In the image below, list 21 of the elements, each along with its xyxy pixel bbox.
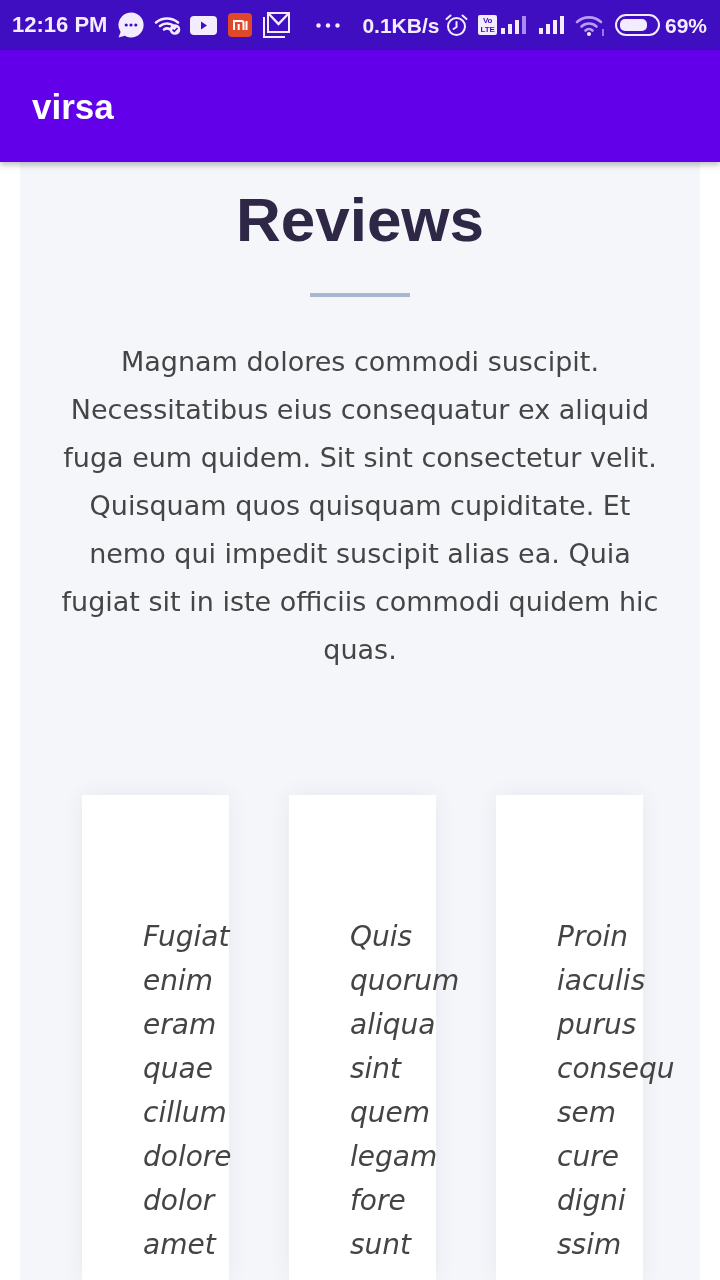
wifi-check-icon bbox=[154, 15, 183, 35]
app-logo-icon bbox=[228, 13, 253, 37]
volte-badge: Vo LTE bbox=[478, 15, 497, 35]
testimonial-text: Fugiat enim eram quae cillum dolore dolor amet bbox=[143, 919, 232, 1263]
battery-percentage: 69% bbox=[664, 14, 707, 36]
signal-strength-icon bbox=[537, 16, 566, 34]
mail-icon bbox=[263, 12, 291, 38]
section-heading: Reviews bbox=[235, 184, 485, 256]
battery-icon bbox=[614, 14, 660, 36]
play-button-icon bbox=[190, 15, 218, 35]
testimonial-text: Quis quorum aliqua sint quem legam fore sunt bbox=[350, 919, 460, 1263]
app-title: virsa bbox=[32, 88, 114, 124]
network-speed: 0.1KB/s bbox=[362, 14, 440, 36]
alarm-clock-icon bbox=[445, 13, 469, 37]
section-description: Magnam dolores commodi suscipit. Necessitatibus eius consequatur ex aliquid fuga eum quidem. Sit sint consectetur velit. Quisquam quos quisquam cupiditate. Et nemo qui impedit suscipit alias ea. Quia fugiat sit in iste officiis commodi quidem hic quas. bbox=[60, 345, 660, 667]
more-notifications-icon bbox=[316, 22, 341, 28]
testimonial-text: Proin iaculis purus consequ sem cure digni ssim bbox=[557, 919, 675, 1263]
wifi-icon bbox=[574, 14, 605, 36]
signal-strength-icon bbox=[499, 16, 528, 34]
chat-bubble-icon bbox=[118, 12, 145, 38]
clock-time: 12:16 PM bbox=[12, 14, 108, 36]
